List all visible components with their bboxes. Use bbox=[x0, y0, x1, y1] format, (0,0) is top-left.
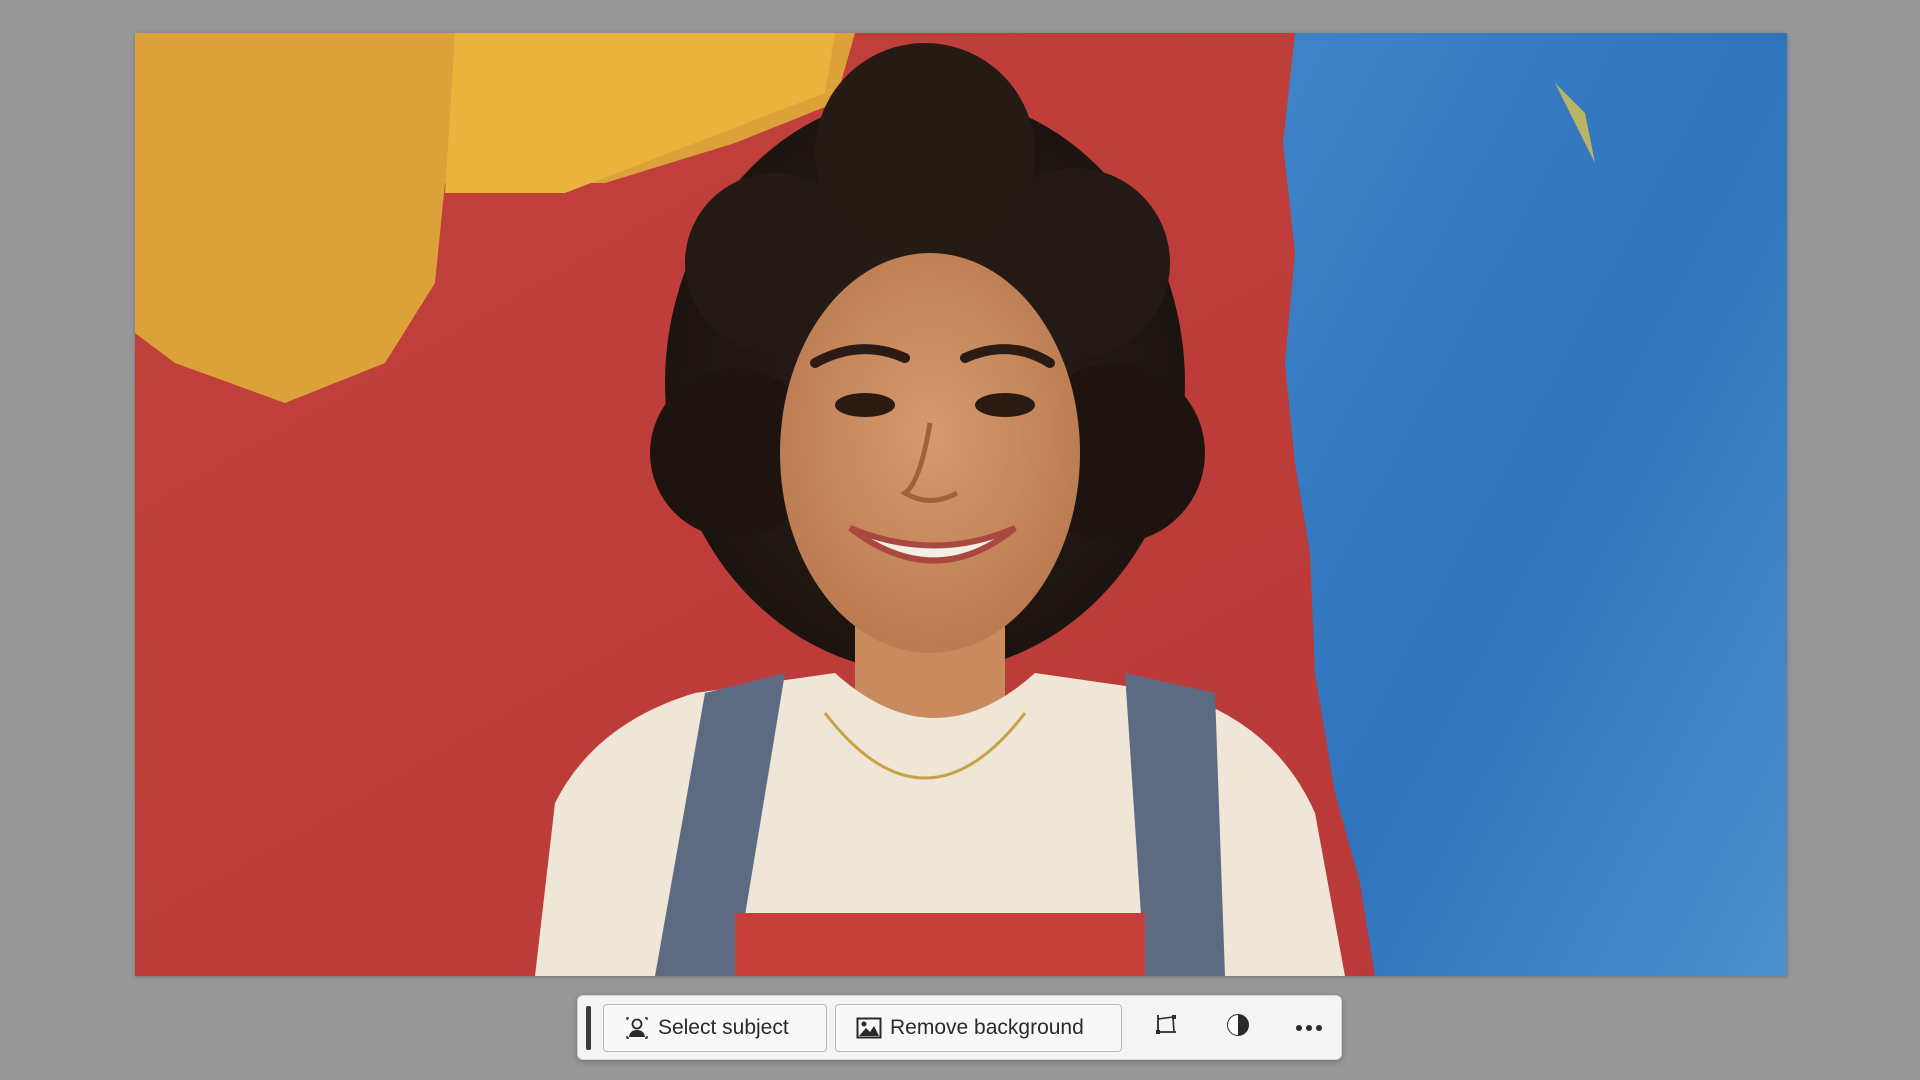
person-select-icon bbox=[624, 1015, 650, 1041]
crop-icon bbox=[1153, 1012, 1179, 1043]
adjustments-button[interactable] bbox=[1216, 1004, 1260, 1052]
remove-background-label: Remove background bbox=[890, 1015, 1084, 1039]
photo-illustration bbox=[135, 33, 1787, 976]
crop-button[interactable] bbox=[1144, 1004, 1188, 1052]
taskbar-drag-handle[interactable] bbox=[586, 1005, 591, 1050]
workspace: Select subject Remove background bbox=[0, 0, 1920, 1080]
image-icon bbox=[856, 1015, 882, 1041]
more-options-icon bbox=[1295, 1019, 1323, 1037]
more-options-button[interactable] bbox=[1287, 1004, 1331, 1052]
remove-background-button[interactable]: Remove background bbox=[835, 1003, 1123, 1052]
select-subject-button[interactable]: Select subject bbox=[602, 1003, 828, 1052]
contextual-taskbar: Select subject Remove background bbox=[577, 995, 1342, 1060]
adjust-contrast-icon bbox=[1225, 1012, 1251, 1043]
canvas-image[interactable] bbox=[135, 33, 1787, 976]
select-subject-label: Select subject bbox=[657, 1015, 789, 1039]
